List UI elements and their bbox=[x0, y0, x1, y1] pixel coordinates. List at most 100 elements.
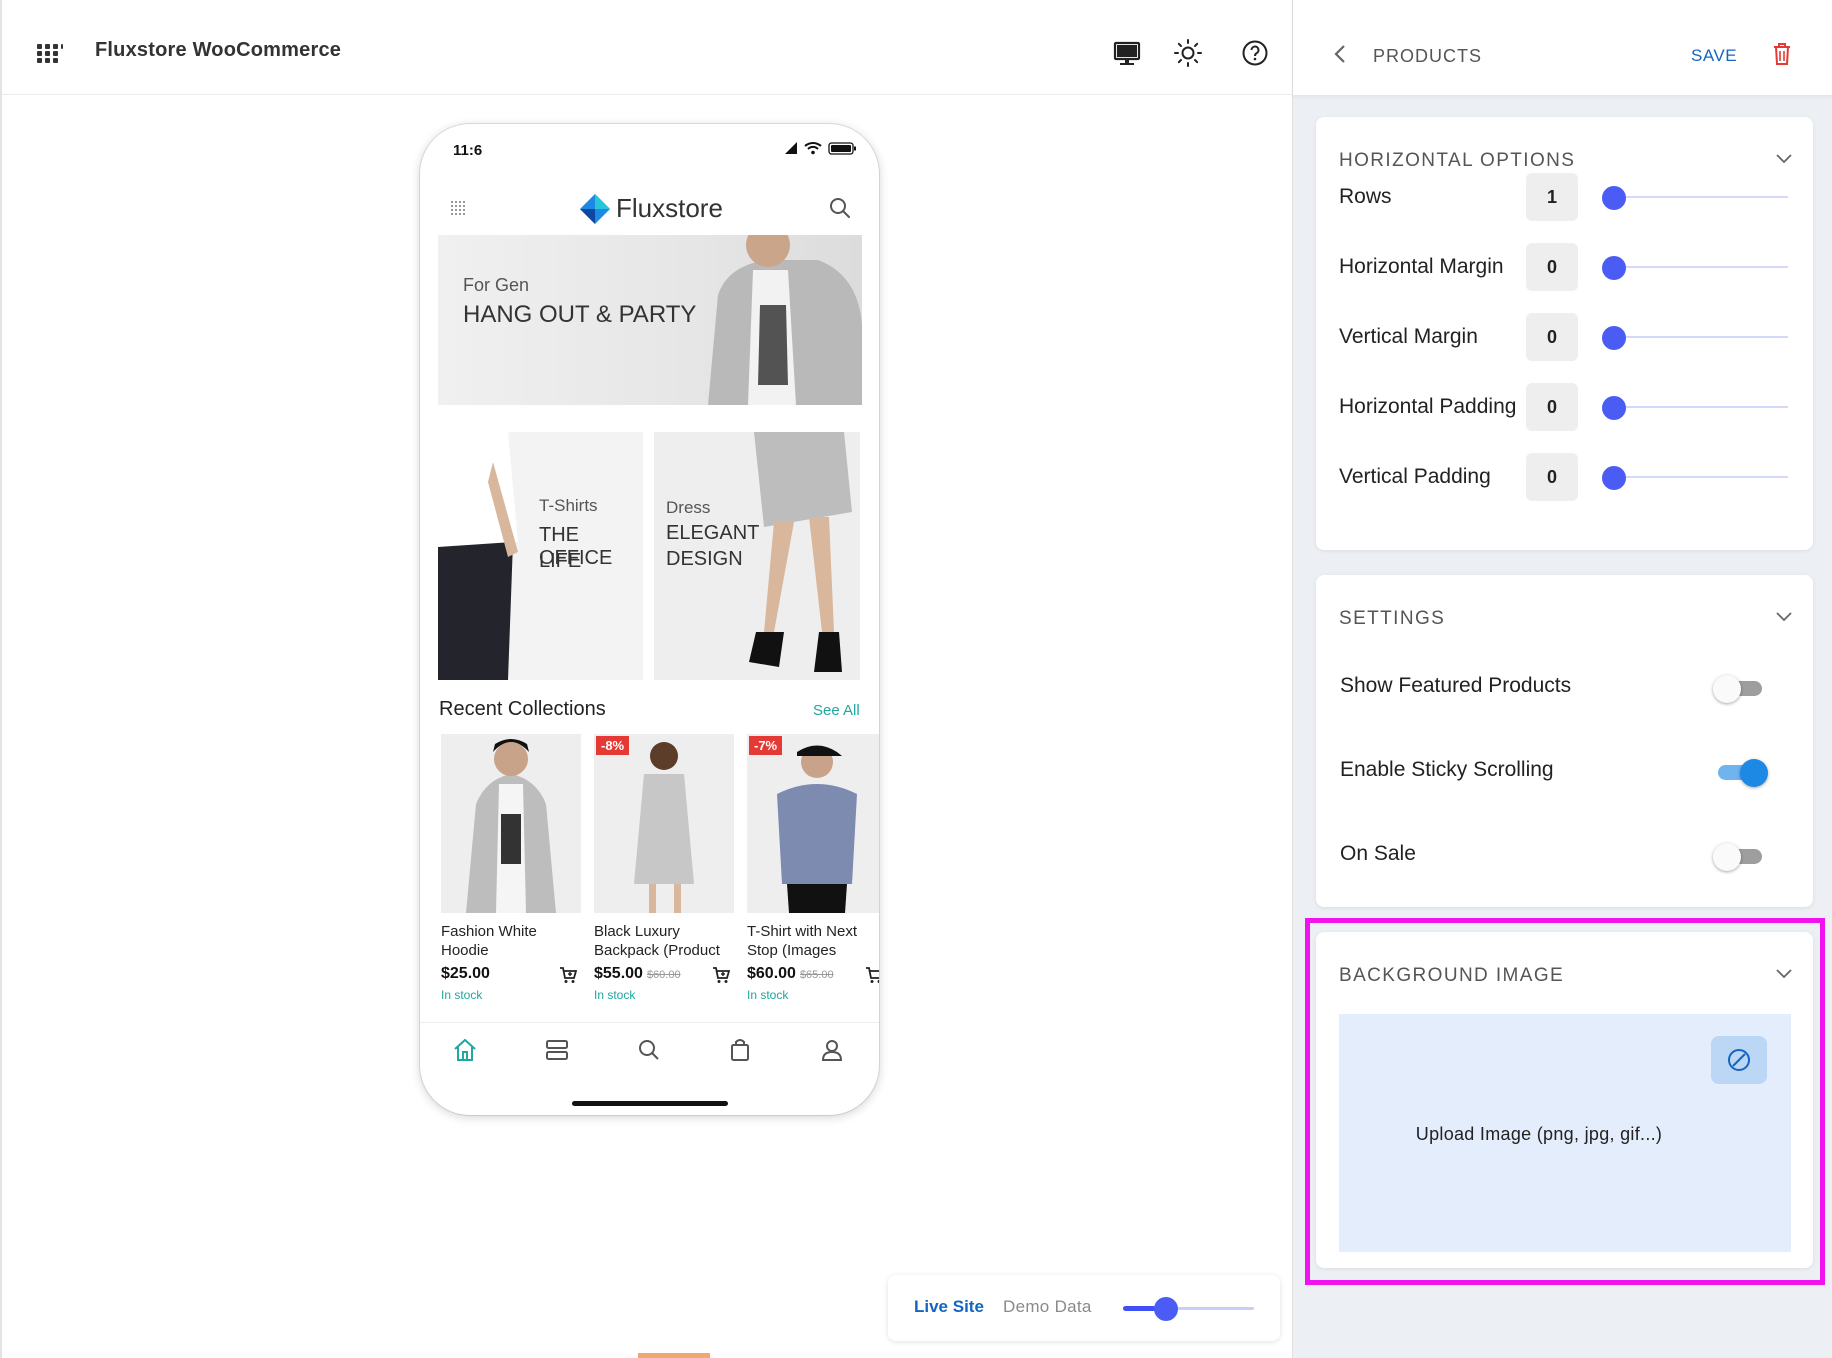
mode-slider[interactable] bbox=[1123, 1297, 1254, 1321]
phone-preview: 11:6 Fluxstore For Gen HANG OUT & PARTY … bbox=[420, 124, 879, 1115]
option-label: Vertical Padding bbox=[1339, 465, 1491, 488]
setting-row: Show Featured Products bbox=[1316, 666, 1813, 706]
card-title: SETTINGS bbox=[1339, 608, 1446, 629]
mode-slider-thumb[interactable] bbox=[1154, 1297, 1179, 1321]
user-icon[interactable] bbox=[819, 1037, 845, 1063]
option-slider-thumb[interactable] bbox=[1602, 466, 1626, 490]
fluxstore-logo-icon bbox=[580, 194, 610, 224]
help-icon[interactable] bbox=[1240, 38, 1270, 68]
old-price: $60.00 bbox=[646, 969, 681, 981]
price-value: $25.00 bbox=[441, 965, 490, 982]
setting-row: On Sale bbox=[1316, 834, 1813, 874]
option-row: Horizontal Margin 0 bbox=[1316, 243, 1813, 291]
panel-header: PRODUCTS SAVE bbox=[1293, 0, 1832, 95]
app-title: Fluxstore WooCommerce bbox=[95, 39, 342, 61]
option-row: Horizontal Padding 0 bbox=[1316, 383, 1813, 431]
menu-dots-icon[interactable] bbox=[450, 200, 466, 216]
option-slider[interactable] bbox=[1602, 336, 1788, 338]
option-slider-thumb[interactable] bbox=[1602, 186, 1626, 210]
home-icon[interactable] bbox=[452, 1037, 478, 1063]
data-mode-switch: Live Site Demo Data bbox=[888, 1275, 1280, 1341]
option-value-field[interactable]: 1 bbox=[1526, 173, 1578, 221]
product-price: $60.00 $65.00 bbox=[747, 965, 834, 983]
option-value-field[interactable]: 0 bbox=[1526, 243, 1578, 291]
desktop-icon[interactable] bbox=[1112, 38, 1142, 68]
stock-status: In stock bbox=[594, 988, 636, 1002]
product-name-line2: Hoodie bbox=[441, 942, 489, 959]
setting-toggle[interactable] bbox=[1713, 758, 1769, 787]
option-row: Rows 1 bbox=[1316, 173, 1813, 221]
option-slider[interactable] bbox=[1602, 266, 1788, 268]
product-name: T-Shirt with Next Stop (Images bbox=[747, 922, 879, 960]
banner-hang-out[interactable]: For Gen HANG OUT & PARTY bbox=[438, 235, 862, 405]
product-name-line2: Stop (Images bbox=[747, 942, 837, 959]
option-slider-thumb[interactable] bbox=[1602, 396, 1626, 420]
banner-headline: HANG OUT & PARTY bbox=[463, 301, 697, 328]
setting-label: On Sale bbox=[1340, 842, 1416, 865]
setting-label: Show Featured Products bbox=[1340, 674, 1572, 697]
model-image bbox=[708, 235, 862, 405]
card-title: BACKGROUND IMAGE bbox=[1339, 965, 1565, 986]
add-to-cart-icon[interactable] bbox=[712, 966, 730, 984]
upload-dropzone[interactable]: Upload Image (png, jpg, gif...) bbox=[1339, 1014, 1791, 1252]
chevron-down-icon[interactable] bbox=[1775, 153, 1793, 165]
product-name: Fashion White Hoodie bbox=[441, 922, 593, 960]
add-to-cart-icon[interactable] bbox=[865, 966, 879, 984]
status-icons bbox=[785, 142, 856, 155]
search-icon[interactable] bbox=[636, 1037, 662, 1063]
option-label: Horizontal Margin bbox=[1339, 255, 1504, 278]
product-image bbox=[441, 734, 581, 913]
option-slider-thumb[interactable] bbox=[1602, 326, 1626, 350]
option-value-field[interactable]: 0 bbox=[1526, 383, 1578, 431]
stock-status: In stock bbox=[441, 988, 483, 1002]
stock-status: In stock bbox=[747, 988, 789, 1002]
option-slider[interactable] bbox=[1602, 476, 1788, 478]
live-site-option[interactable]: Live Site bbox=[914, 1297, 984, 1317]
option-value-field[interactable]: 0 bbox=[1526, 453, 1578, 501]
option-label: Vertical Margin bbox=[1339, 325, 1478, 348]
banner-dress[interactable]: Dress ELEGANT DESIGN bbox=[654, 432, 860, 680]
block-icon bbox=[1728, 1049, 1750, 1071]
add-to-cart-icon[interactable] bbox=[559, 966, 577, 984]
discount-badge: -7% bbox=[749, 736, 783, 755]
option-slider[interactable] bbox=[1602, 406, 1788, 408]
search-icon[interactable] bbox=[828, 196, 852, 220]
product-name-line1: Black Luxury bbox=[594, 923, 680, 940]
chevron-down-icon[interactable] bbox=[1775, 611, 1793, 623]
clear-image-button[interactable] bbox=[1711, 1036, 1767, 1084]
panel-title: PRODUCTS bbox=[1373, 46, 1483, 66]
brightness-icon[interactable] bbox=[1173, 38, 1203, 68]
back-chevron-icon[interactable] bbox=[1333, 44, 1347, 64]
bag-icon[interactable] bbox=[727, 1037, 753, 1063]
app-header: Fluxstore bbox=[420, 182, 879, 242]
product-price: $55.00 $60.00 bbox=[594, 965, 681, 983]
save-button[interactable]: SAVE bbox=[1691, 46, 1737, 66]
option-slider-thumb[interactable] bbox=[1602, 256, 1626, 280]
product-image: -7% bbox=[747, 734, 879, 913]
product-name-line1: T-Shirt with Next bbox=[747, 923, 858, 940]
apps-grid-icon[interactable] bbox=[37, 44, 63, 63]
trash-icon[interactable] bbox=[1771, 42, 1793, 66]
demo-data-option[interactable]: Demo Data bbox=[1003, 1297, 1092, 1317]
product-image: -8% bbox=[594, 734, 734, 913]
see-all-link[interactable]: See All bbox=[813, 702, 860, 719]
chevron-down-icon[interactable] bbox=[1775, 968, 1793, 980]
toggle-knob bbox=[1740, 759, 1768, 787]
model-image bbox=[749, 432, 852, 672]
horizontal-options-card: HORIZONTAL OPTIONS Rows 1 Horizontal Margi… bbox=[1316, 117, 1813, 550]
product-name-line1: Fashion White bbox=[441, 923, 537, 940]
setting-toggle[interactable] bbox=[1713, 842, 1769, 871]
setting-row: Enable Sticky Scrolling bbox=[1316, 750, 1813, 790]
banner-tshirts[interactable]: T-Shirts THE OFFICE LIFE bbox=[438, 432, 643, 680]
card-title: HORIZONTAL OPTIONS bbox=[1339, 150, 1576, 171]
option-value-field[interactable]: 0 bbox=[1526, 313, 1578, 361]
discount-badge: -8% bbox=[596, 736, 630, 755]
price-value: $55.00 bbox=[594, 965, 643, 982]
upload-text: Upload Image (png, jpg, gif...) bbox=[1415, 1124, 1663, 1144]
option-slider[interactable] bbox=[1602, 196, 1788, 198]
setting-toggle[interactable] bbox=[1713, 674, 1769, 703]
product-price: $25.00 bbox=[441, 965, 490, 983]
product-name-line2: Backpack (Product bbox=[594, 942, 720, 959]
option-label: Horizontal Padding bbox=[1339, 395, 1517, 418]
category-icon[interactable] bbox=[544, 1037, 570, 1063]
